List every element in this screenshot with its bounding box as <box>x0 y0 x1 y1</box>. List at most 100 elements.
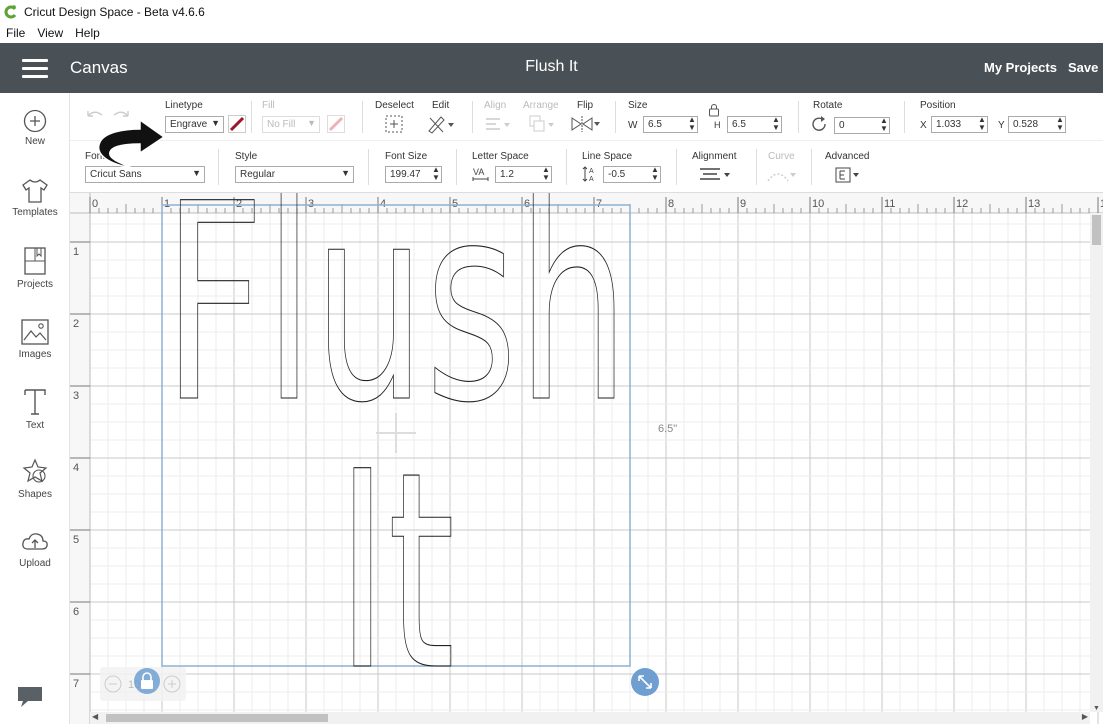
line-space-label: Line Space <box>582 151 633 162</box>
sidebar-item-upload[interactable]: Upload <box>0 529 70 569</box>
fill-select[interactable]: No Fill ▼ <box>262 116 320 133</box>
edit-toolbar: Linetype Engrave ▼ Fill No Fill ▼ Deselect… <box>70 93 1103 141</box>
ruler-left-label: 5 <box>73 534 79 546</box>
line-space-input[interactable]: -0.5 ▲ ▼ <box>603 166 661 183</box>
sidebar-label-text: Text <box>25 420 45 431</box>
line-space-value: -0.5 <box>608 169 626 180</box>
shirt-icon <box>22 179 48 203</box>
flip-icon[interactable] <box>570 114 602 134</box>
curve-icon[interactable] <box>766 167 798 183</box>
sidebar-item-templates[interactable]: Templates <box>0 178 70 218</box>
font-size-label: Font Size <box>385 151 428 162</box>
size-label: Size <box>628 100 648 111</box>
text-icon <box>24 389 46 415</box>
letter-space-label: Letter Space <box>472 151 529 162</box>
letter-space-icon: VA <box>472 167 489 181</box>
menu-help[interactable]: Help <box>69 26 106 40</box>
title-bar: Cricut Design Space - Beta v4.6.6 <box>0 0 1103 23</box>
ruler-top-label: 9 <box>740 198 746 210</box>
font-size-value: 199.47 <box>390 169 421 180</box>
text-line-2[interactable]: It <box>336 414 455 724</box>
width-value: 6.5 <box>648 119 662 130</box>
ruler-left-label: 7 <box>73 678 79 690</box>
style-select[interactable]: Regular ▼ <box>235 166 354 183</box>
ruler-left-label: 3 <box>73 390 79 402</box>
engrave-color-swatch[interactable] <box>228 115 246 133</box>
font-size-input[interactable]: 199.47 ▲ ▼ <box>385 166 442 183</box>
flip-label: Flip <box>577 100 594 111</box>
sidebar-label-projects: Projects <box>16 279 54 290</box>
my-projects-button[interactable]: My Projects <box>984 60 1057 75</box>
deselect-label: Deselect <box>375 100 414 111</box>
lock-handle[interactable] <box>134 668 160 694</box>
rotate-icon[interactable] <box>811 115 829 133</box>
position-y-value: 0.528 <box>1013 119 1039 130</box>
deselect-icon[interactable] <box>384 114 404 134</box>
resize-handle[interactable] <box>631 668 659 696</box>
plus-circle-icon <box>23 109 47 133</box>
svg-text:A: A <box>589 176 594 183</box>
size-w-label: W <box>628 120 638 131</box>
svg-text:VA: VA <box>473 167 484 177</box>
app-header: Canvas Flush It My Projects Save <box>0 43 1103 93</box>
svg-text:A: A <box>589 168 594 175</box>
hamburger-menu-icon[interactable] <box>22 59 48 78</box>
text-align-icon[interactable] <box>698 167 732 183</box>
letter-space-input[interactable]: 1.2 ▲ ▼ <box>495 166 552 183</box>
projects-icon <box>24 247 46 275</box>
fill-color-swatch[interactable] <box>327 115 345 133</box>
left-sidebar: New Templates Projects Images Text Shape… <box>0 93 70 724</box>
advanced-label: Advanced <box>825 151 870 162</box>
position-y-label: Y <box>998 120 1005 131</box>
design-canvas[interactable]: 01234567891011121311234567FlushIt6.5"100 <box>70 193 1103 724</box>
curve-label: Curve <box>768 151 795 162</box>
cloud-upload-icon <box>22 533 48 550</box>
line-space-icon: A A <box>582 166 594 183</box>
ruler-left-label: 1 <box>73 246 79 258</box>
position-x-value: 1.033 <box>936 119 962 130</box>
height-value: 6.5 <box>732 119 746 130</box>
arrange-icon[interactable] <box>528 114 556 134</box>
ruler-top-label: 13 <box>1028 198 1040 210</box>
sidebar-item-text[interactable]: Text <box>0 387 70 431</box>
position-x-label: X <box>920 120 927 131</box>
ruler-top-label: 11 <box>884 198 895 210</box>
position-y-input[interactable]: 0.528 ▲ ▼ <box>1008 116 1066 133</box>
fill-value: No Fill <box>267 119 296 130</box>
rotate-input[interactable]: 0 ▲ ▼ <box>834 117 890 134</box>
linetype-value: Engrave <box>170 119 208 130</box>
menu-file[interactable]: File <box>0 26 31 40</box>
lock-icon[interactable] <box>708 103 720 117</box>
menu-view[interactable]: View <box>31 26 69 40</box>
window-title: Cricut Design Space - Beta v4.6.6 <box>24 4 205 19</box>
sidebar-item-new[interactable]: New <box>0 109 70 147</box>
vertical-scrollbar[interactable]: ▼ <box>1090 213 1103 712</box>
image-icon <box>21 319 49 345</box>
position-x-input[interactable]: 1.033 ▲ ▼ <box>931 116 988 133</box>
ruler-top-label: 0 <box>92 198 98 210</box>
sidebar-label-upload: Upload <box>19 558 51 569</box>
save-button[interactable]: Save <box>1068 60 1098 75</box>
sidebar-item-images[interactable]: Images <box>0 318 70 360</box>
horizontal-scrollbar[interactable]: ◀ ▶ <box>90 712 1090 724</box>
sidebar-label-templates: Templates <box>12 207 58 218</box>
annotation-arrow-icon <box>97 118 166 169</box>
advanced-icon[interactable] <box>834 166 862 184</box>
align-icon[interactable] <box>484 115 512 133</box>
sidebar-item-projects[interactable]: Projects <box>0 246 70 290</box>
rotate-label: Rotate <box>813 100 843 111</box>
sidebar-item-shapes[interactable]: Shapes <box>0 458 70 500</box>
ruler-left-label: 4 <box>73 462 79 474</box>
edit-tools-icon[interactable] <box>427 114 455 134</box>
letter-space-value: 1.2 <box>500 169 514 180</box>
chat-icon[interactable] <box>16 685 44 714</box>
canvas-grid[interactable]: 01234567891011121311234567FlushIt6.5"100 <box>70 193 1103 724</box>
width-input[interactable]: 6.5 ▲ ▼ <box>643 116 698 133</box>
height-input[interactable]: 6.5 ▲ ▼ <box>727 116 782 133</box>
ruler-top-label: 8 <box>668 198 674 210</box>
ruler-left-label: 6 <box>73 606 79 618</box>
dimension-label: 6.5" <box>658 423 677 435</box>
ruler-top-label: 10 <box>812 198 824 210</box>
position-label: Position <box>920 100 956 111</box>
cricut-logo-icon <box>4 4 17 18</box>
